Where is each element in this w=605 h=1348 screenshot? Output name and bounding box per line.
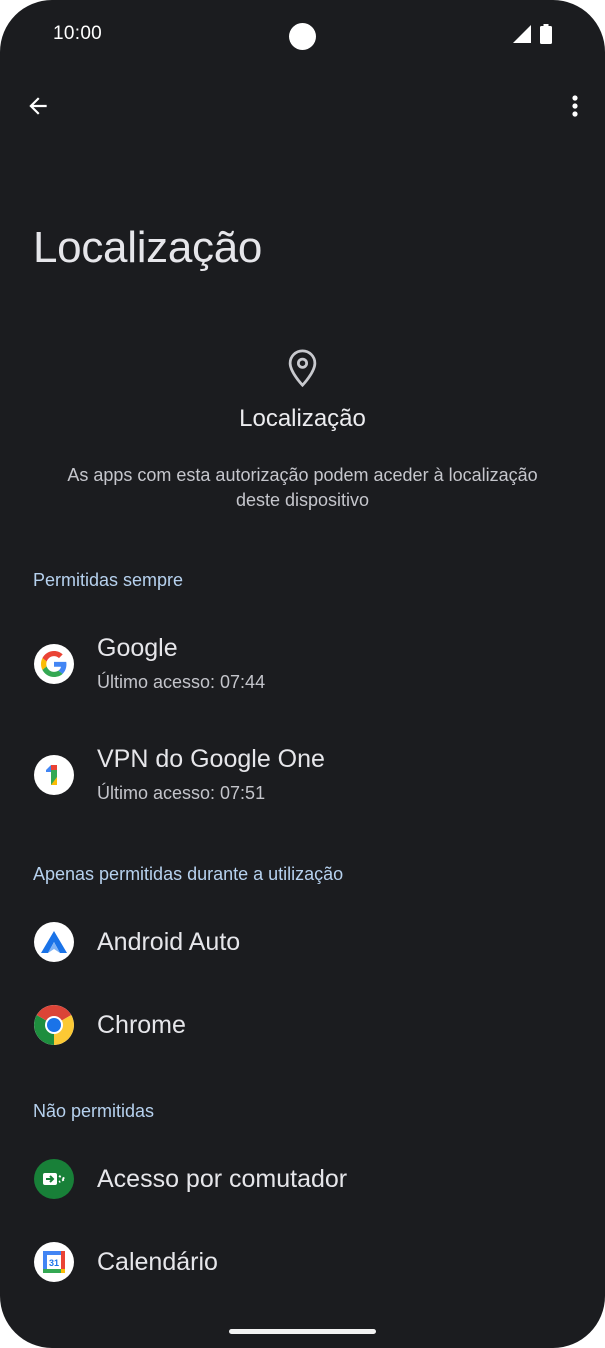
battery-icon	[540, 24, 552, 44]
app-name: Google	[97, 634, 178, 662]
status-time: 10:00	[53, 23, 103, 44]
camera-cutout	[289, 23, 316, 50]
google-icon	[34, 644, 74, 684]
app-last-access: Último acesso: 07:51	[97, 783, 266, 803]
section-header-always-allowed: Permitidas sempre	[33, 570, 184, 590]
calendar-icon: 31	[34, 1242, 74, 1282]
back-button[interactable]	[22, 90, 54, 122]
app-name: Chrome	[97, 1011, 186, 1039]
page-title: Localização	[33, 223, 263, 272]
calendar-icon-date: 31	[49, 1258, 59, 1268]
status-bar: 10:00	[0, 0, 605, 70]
app-row-google[interactable]: Google Último acesso: 07:44	[0, 622, 605, 714]
permission-title: Localização	[239, 405, 366, 432]
arrow-back-icon	[29, 97, 47, 115]
app-name: VPN do Google One	[97, 745, 325, 773]
app-last-access: Último acesso: 07:44	[97, 672, 266, 692]
phone-screen: 10:00 Localização Localização As apps co…	[0, 0, 605, 1348]
app-row-chrome[interactable]: Chrome	[0, 985, 605, 1065]
more-options-button[interactable]	[560, 90, 590, 122]
home-indicator[interactable]	[229, 1329, 376, 1334]
chrome-icon	[34, 1005, 74, 1045]
section-header-not-allowed: Não permitidas	[33, 1101, 155, 1121]
app-name: Calendário	[97, 1248, 218, 1276]
app-row-vpn-google-one[interactable]: VPN do Google One Último acesso: 07:51	[0, 733, 605, 825]
app-name: Android Auto	[97, 928, 241, 956]
app-row-android-auto[interactable]: Android Auto	[0, 902, 605, 982]
app-row-calendar[interactable]: 31 Calendário	[0, 1222, 605, 1302]
android-auto-icon	[34, 922, 74, 962]
section-header-while-in-use: Apenas permitidas durante a utilização	[33, 864, 344, 884]
more-vert-icon	[572, 95, 578, 117]
app-name: Acesso por comutador	[97, 1165, 348, 1193]
permission-description: As apps com esta autorização podem acede…	[67, 465, 538, 510]
app-row-switch-access[interactable]: Acesso por comutador	[0, 1139, 605, 1219]
cell-signal-icon	[513, 25, 531, 43]
switch-access-icon	[34, 1159, 74, 1199]
google-one-icon	[34, 755, 74, 795]
location-pin-icon	[288, 349, 317, 388]
